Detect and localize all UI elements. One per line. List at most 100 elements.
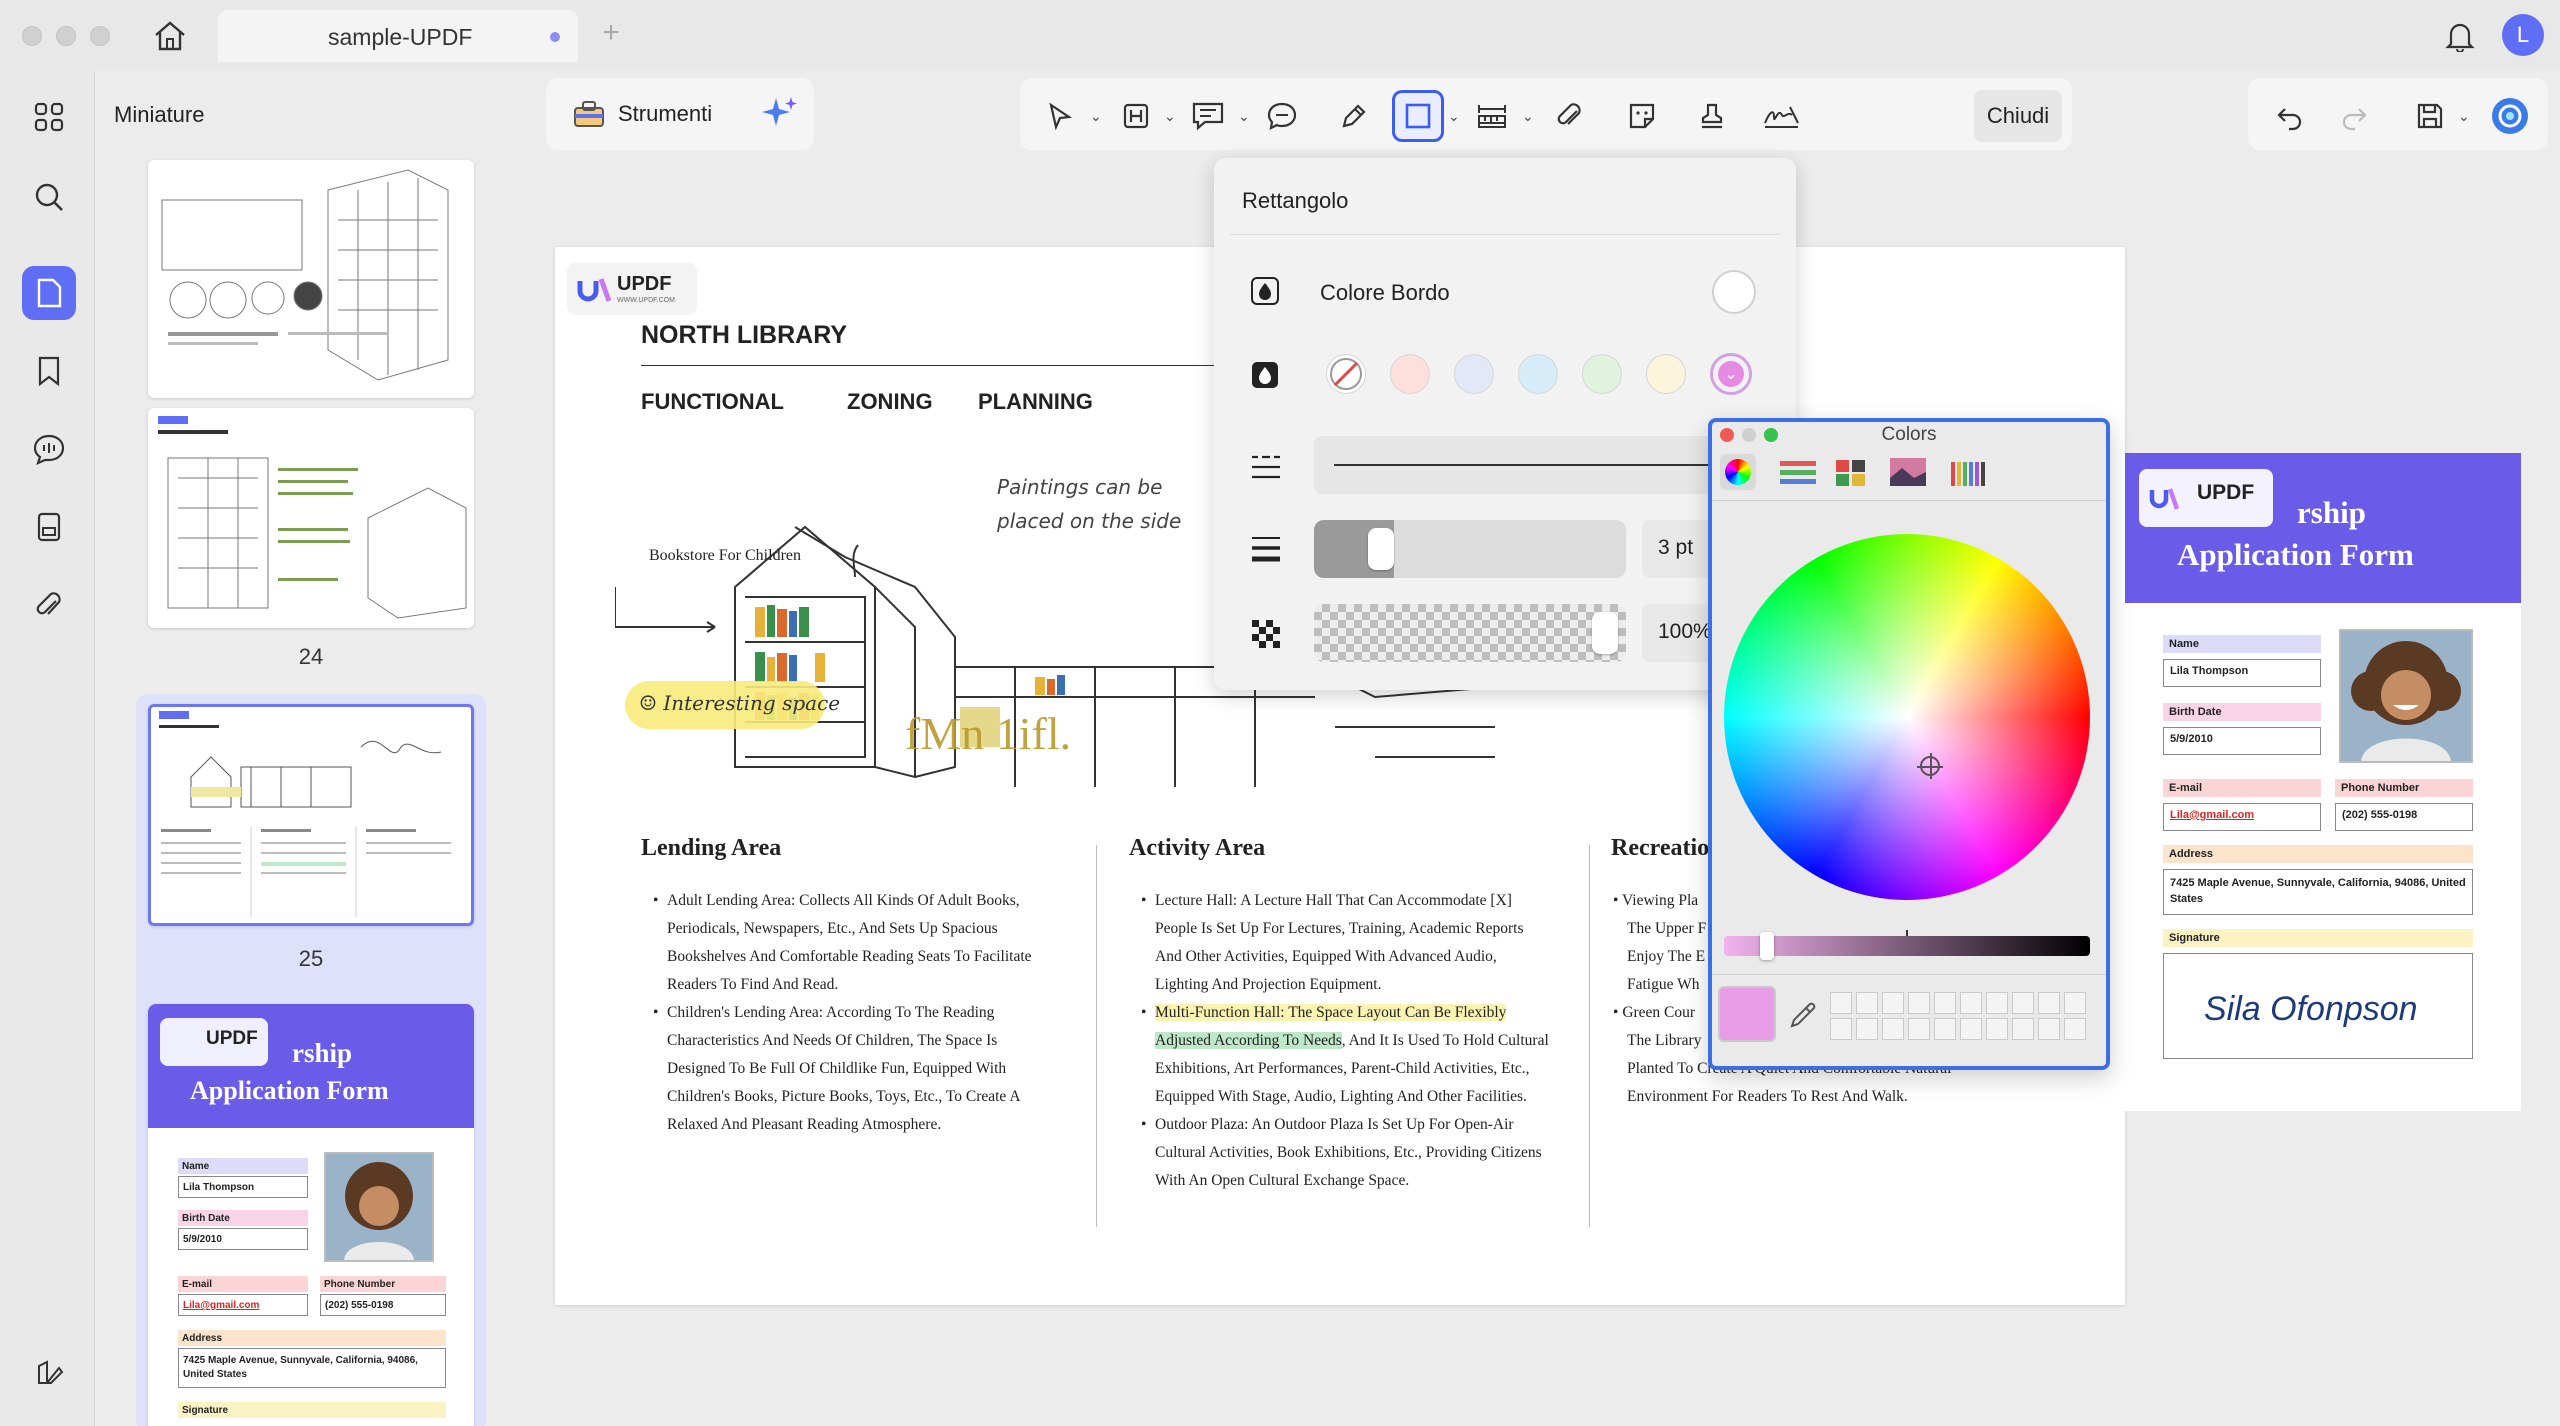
next-pdf-page[interactable]: UPDF rship Application Form Name Lila Th… [2125,453,2521,1111]
color-picker-crosshair[interactable] [1917,753,1943,779]
chiudi-button[interactable]: Chiudi [1974,90,2062,142]
custom-color-cell[interactable] [1960,992,1982,1014]
home-icon[interactable] [150,16,190,56]
custom-color-cell[interactable] [1934,992,1956,1014]
custom-color-cell[interactable] [1830,992,1852,1014]
avatar[interactable]: L [2502,14,2544,56]
birth-date-field[interactable]: 5/9/2010 [2163,727,2321,755]
custom-color-cell[interactable] [1934,1018,1956,1040]
custom-color-cell[interactable] [1908,1018,1930,1040]
chevron-down-icon[interactable]: ⌄ [1238,108,1250,125]
signature-field[interactable]: Sila Ofonpson [2163,953,2473,1059]
undo-icon[interactable] [2264,90,2316,142]
strumenti-button[interactable]: Strumenti [618,101,712,127]
bookmark-icon[interactable] [22,344,76,398]
signature-tool-icon[interactable] [1756,90,1808,142]
email-field[interactable]: Lila@gmail.com [2163,803,2321,831]
address-field[interactable]: 7425 Maple Avenue, Sunnyvale, California… [2163,869,2473,915]
highlight-tool-icon[interactable] [1110,90,1162,142]
page-icon[interactable] [22,266,76,320]
rectangle-tool-icon[interactable] [1392,90,1444,142]
annotation-paintings[interactable]: Paintings can be [997,475,1162,499]
thumbnail-page-24[interactable] [148,408,474,628]
selected-color-swatch[interactable]: ⌄ [1710,353,1752,395]
pencils-tab-icon[interactable] [1948,456,1988,493]
color-swatch[interactable] [1646,354,1686,394]
chevron-down-icon[interactable]: ⌄ [1522,108,1534,125]
custom-color-cell[interactable] [1882,992,1904,1014]
photo[interactable] [2339,629,2473,763]
custom-color-cell[interactable] [1830,1018,1852,1040]
window-zoom-button[interactable] [90,26,110,46]
border-color-toggle[interactable] [1712,270,1756,314]
window-close-button[interactable] [22,26,42,46]
annotation-interesting[interactable]: ☺ Interesting space [639,691,840,715]
custom-color-cell[interactable] [1908,992,1930,1014]
theme-icon[interactable] [22,1346,76,1400]
custom-color-cell[interactable] [2064,992,2086,1014]
redo-icon[interactable] [2328,90,2380,142]
custom-color-cell[interactable] [1986,1018,2008,1040]
annotation-paintings[interactable]: placed on the side [997,509,1181,533]
sliders-tab-icon[interactable] [1778,458,1818,493]
current-color-well[interactable] [1718,986,1776,1042]
signature-stamp[interactable]: fMn 1ifl. [905,707,1071,760]
stamp-tool-icon[interactable] [1686,90,1738,142]
name-field[interactable]: Lila Thompson [2163,659,2321,687]
bell-icon[interactable] [2440,16,2480,56]
new-tab-button[interactable]: + [596,16,626,49]
form-icon[interactable] [22,500,76,554]
brightness-slider[interactable] [1724,930,2090,960]
annotation-bookstore[interactable]: Bookstore For Children [649,547,801,565]
custom-color-cell[interactable] [1882,1018,1904,1040]
custom-color-cell[interactable] [2064,1018,2086,1040]
custom-color-cell[interactable] [2038,1018,2060,1040]
palettes-tab-icon[interactable] [1834,458,1868,493]
document-tab[interactable]: sample-UPDF [218,10,578,62]
color-wheel-tab[interactable] [1720,454,1756,490]
opacity-slider[interactable] [1314,604,1626,662]
comment-icon[interactable] [22,422,76,476]
color-wheel[interactable] [1724,534,2090,900]
updf-ai-icon[interactable] [2484,90,2536,142]
save-icon[interactable] [2404,90,2456,142]
sticker-tool-icon[interactable] [1616,90,1668,142]
attachment-tool-icon[interactable] [1544,90,1596,142]
thumbnail-page-23[interactable] [148,160,474,398]
thumbnail-page-25[interactable] [148,704,474,926]
ai-sparkle-icon[interactable] [760,94,800,139]
comment-bubble-tool-icon[interactable] [1256,90,1308,142]
thumbnail-page-26[interactable]: UPDF rship Application Form Name Lila Th… [148,1004,474,1426]
custom-color-cell[interactable] [1856,1018,1878,1040]
custom-color-cell[interactable] [1856,992,1878,1014]
pencil-tool-icon[interactable] [1328,90,1380,142]
custom-color-cell[interactable] [2012,1018,2034,1040]
stroke-width-slider[interactable] [1314,520,1626,578]
search-icon[interactable] [22,170,76,224]
measure-tool-icon[interactable] [1466,90,1518,142]
phone-field[interactable]: (202) 555-0198 [2335,803,2473,831]
image-tab-icon[interactable] [1888,456,1928,493]
list-item: Multi-Function Hall: The Space Layout Ca… [1141,999,1551,1111]
grid-icon[interactable] [22,90,76,144]
highlight-green[interactable]: Adjusted According To Needs [1155,1032,1342,1049]
chevron-down-icon[interactable]: ⌄ [2458,108,2470,125]
highlight-yellow[interactable]: Multi-Function Hall: The Space Layout Ca… [1155,1004,1507,1021]
chevron-down-icon[interactable]: ⌄ [1164,108,1176,125]
attachment-icon[interactable] [22,578,76,632]
text-comment-tool-icon[interactable] [1182,90,1234,142]
custom-color-cell[interactable] [1986,992,2008,1014]
select-tool-icon[interactable] [1034,90,1086,142]
window-minimize-button[interactable] [56,26,76,46]
custom-color-cell[interactable] [1960,1018,1982,1040]
color-swatch[interactable] [1390,354,1430,394]
chevron-down-icon[interactable]: ⌄ [1090,108,1102,125]
color-swatch[interactable] [1518,354,1558,394]
no-color-swatch[interactable] [1326,354,1366,394]
chevron-down-icon[interactable]: ⌄ [1448,108,1460,125]
custom-color-cell[interactable] [2038,992,2060,1014]
color-swatch[interactable] [1454,354,1494,394]
custom-color-cell[interactable] [2012,992,2034,1014]
color-swatch[interactable] [1582,354,1622,394]
eyedropper-icon[interactable] [1788,998,1820,1035]
